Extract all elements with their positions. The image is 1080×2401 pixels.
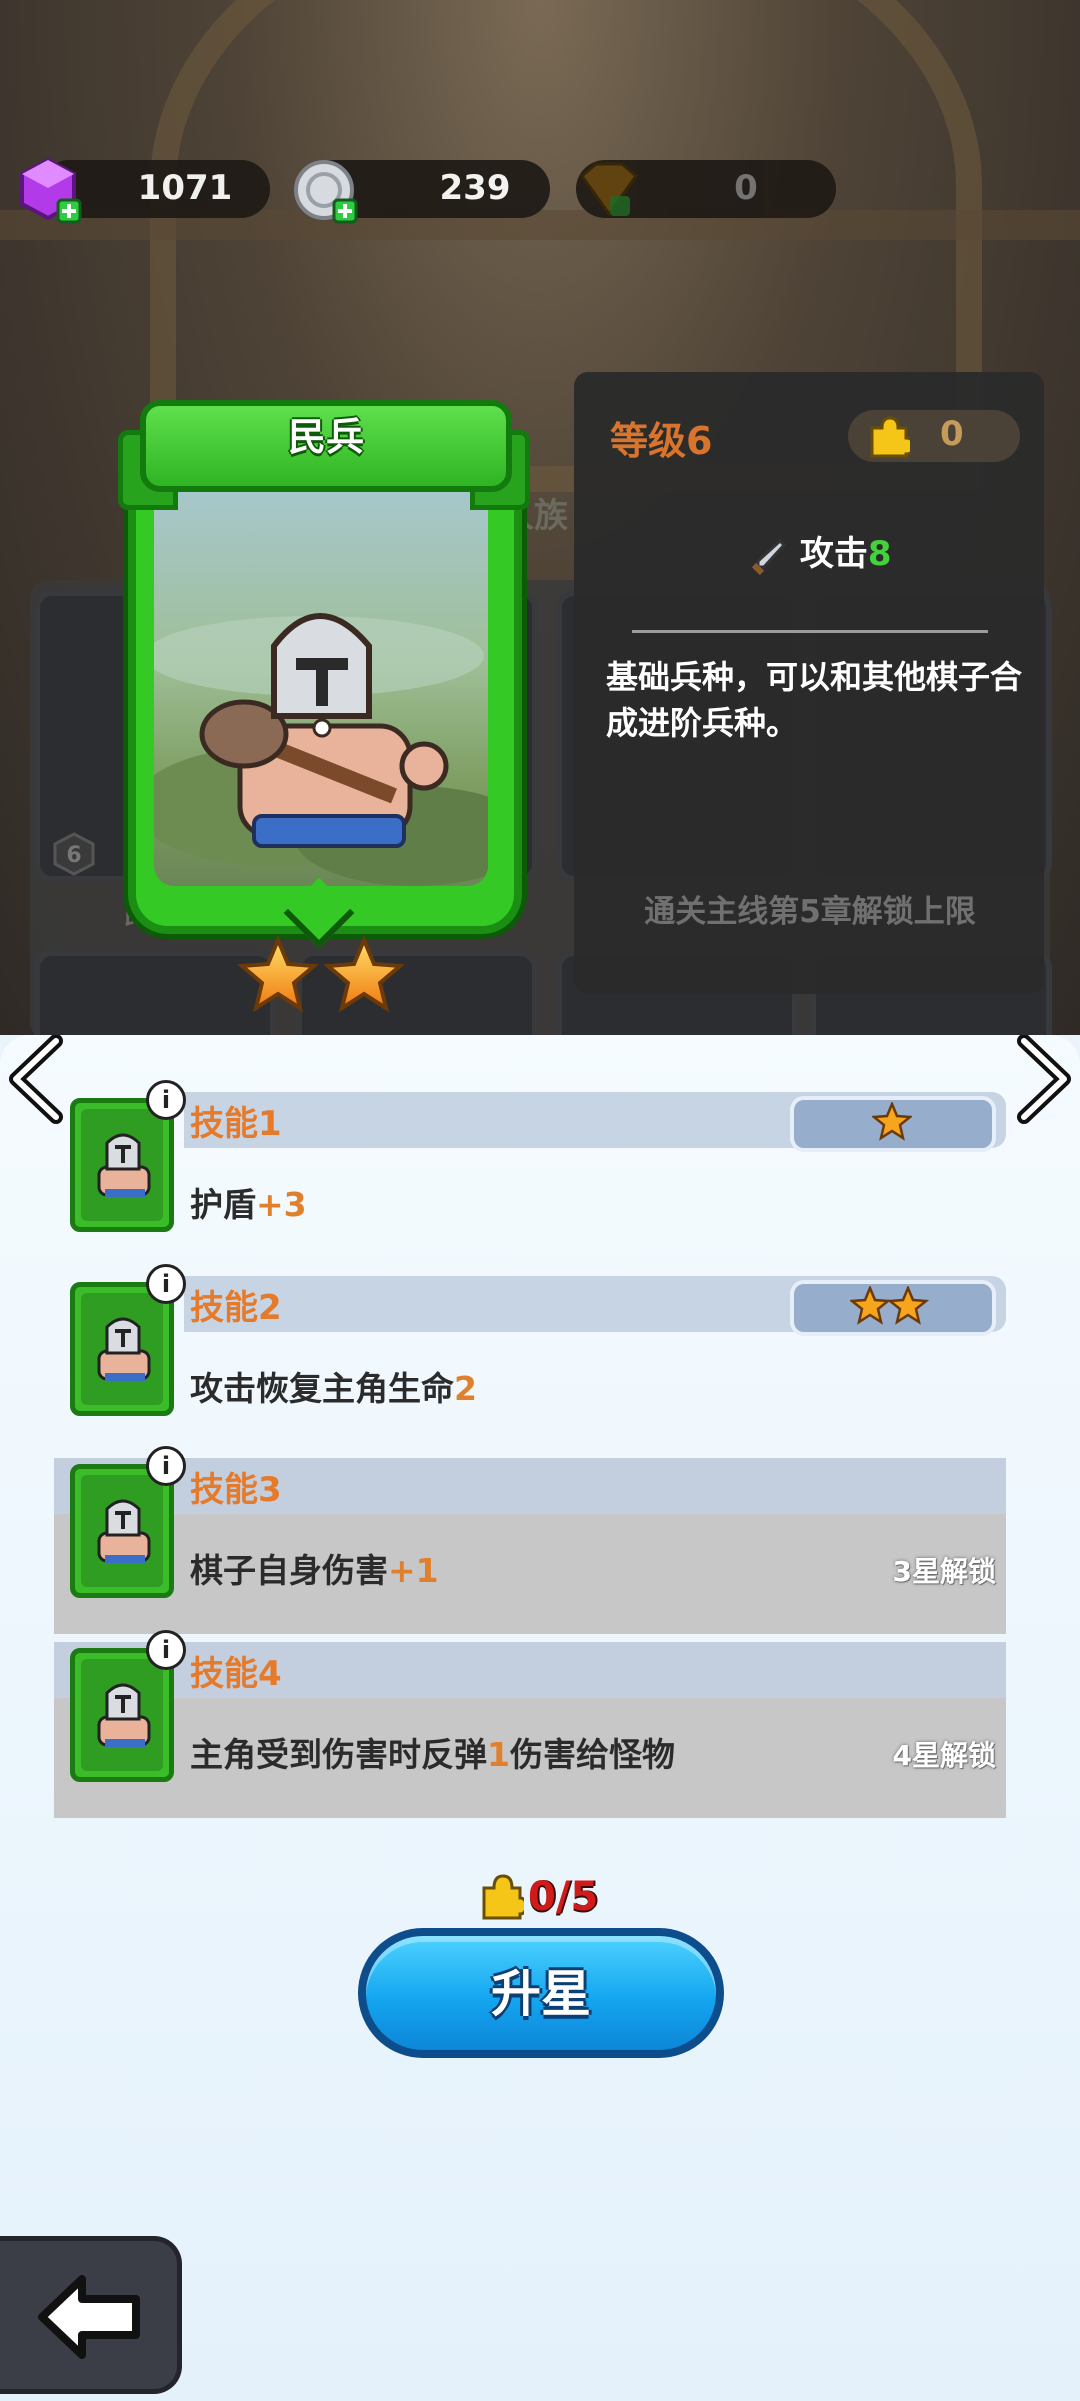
- puzzle-piece-icon: [482, 1874, 524, 1920]
- attack-value: 8: [867, 534, 892, 574]
- skill-name: 技能1: [190, 1104, 282, 1144]
- level-cap-unlock-note: 通关主线第5章解锁上限: [644, 894, 976, 930]
- skill-description: 主角受到伤害时反弹1伤害给怪物: [190, 1735, 675, 1774]
- gold-diamond-icon[interactable]: [574, 158, 644, 224]
- background-badge-text: 6: [66, 843, 81, 868]
- skill-name: 技能4: [190, 1654, 282, 1694]
- info-divider: [632, 630, 988, 633]
- star-icon: [237, 936, 319, 1013]
- skill-info-button[interactable]: i: [146, 1264, 186, 1304]
- skill-lock-note: 4星解锁: [892, 1739, 996, 1772]
- skill-row-4: i 技能4 主角受到伤害时反弹1伤害给怪物 4星解锁: [54, 1630, 1006, 1818]
- militia-portrait: [154, 613, 488, 886]
- skill-info-button[interactable]: i: [146, 1080, 186, 1120]
- skill-lock-note: 3星解锁: [892, 1555, 996, 1588]
- unit-name: 民兵: [287, 415, 364, 459]
- purple-gem-icon[interactable]: [14, 156, 84, 226]
- background-level-badge: 6: [53, 832, 95, 876]
- skill-required-stars: [790, 1280, 996, 1336]
- next-unit-button[interactable]: [1012, 1035, 1076, 1125]
- skill-row-3: i 技能3 棋子自身伤害+1 3星解锁: [54, 1446, 1006, 1634]
- militia-icon: [97, 1499, 151, 1563]
- skill-row-2: i 技能2 攻击恢复主角生命2: [54, 1264, 1006, 1460]
- star-icon: [323, 936, 405, 1013]
- unit-level: 等级6: [610, 419, 713, 463]
- skill-info-button[interactable]: i: [146, 1446, 186, 1486]
- militia-icon: [97, 1317, 151, 1381]
- star-icon: [872, 1102, 912, 1141]
- skill-required-stars: [790, 1096, 996, 1152]
- unit-star-rating: [237, 936, 405, 1013]
- back-arrow-icon: [38, 2275, 140, 2359]
- back-button[interactable]: [0, 2236, 182, 2394]
- silver-coin-icon[interactable]: [290, 156, 370, 226]
- militia-icon: [97, 1133, 151, 1197]
- skill-description: 攻击恢复主角生命2: [190, 1369, 477, 1408]
- skill-info-button[interactable]: i: [146, 1630, 186, 1670]
- star-icons: [850, 1286, 930, 1325]
- unit-description: 基础兵种，可以和其他棋子合成进阶兵种。: [606, 658, 1023, 742]
- puzzle-piece-icon: [870, 416, 910, 458]
- skill-description: 棋子自身伤害+1: [190, 1551, 439, 1590]
- skill-description: 护盾+3: [190, 1185, 307, 1224]
- attack-label: 攻击: [799, 534, 868, 574]
- fragment-value: 0: [940, 414, 964, 454]
- upgrade-star-label[interactable]: 升星: [358, 1954, 724, 2026]
- sword-icon: [751, 538, 787, 575]
- upgrade-cost: 0/5: [528, 1874, 599, 1920]
- unit-card-art: [154, 476, 488, 886]
- skill-name: 技能2: [190, 1288, 282, 1328]
- skill-name: 技能3: [190, 1470, 282, 1510]
- militia-icon: [97, 1683, 151, 1747]
- attack-stat: 攻击8: [750, 526, 892, 575]
- skill-row-1: i 技能1 护盾+3: [54, 1080, 1006, 1276]
